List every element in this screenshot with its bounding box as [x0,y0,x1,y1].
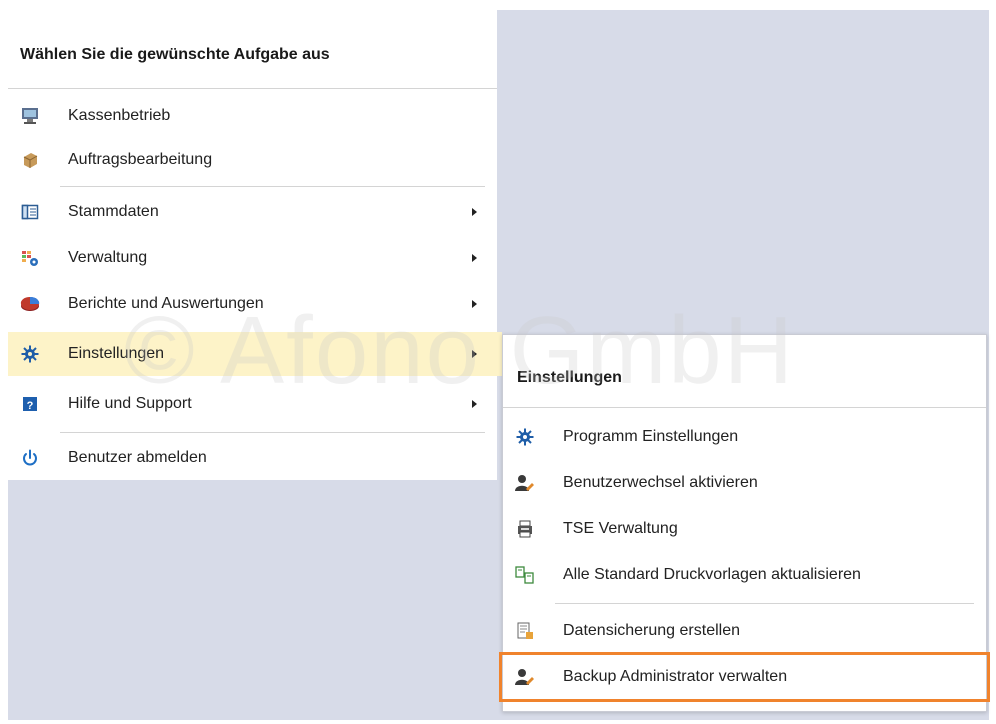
gear-icon [515,427,535,447]
menu-separator [60,186,485,187]
menu-item-berichte[interactable]: Berichte und Auswertungen [8,282,497,326]
menu-item-abmelden[interactable]: Benutzer abmelden [8,436,497,480]
administration-icon [20,248,40,268]
user-switch-icon [515,473,535,493]
menu-item-kassenbetrieb[interactable]: Kassenbetrieb [8,94,497,138]
submenu-header: Einstellungen [517,369,622,386]
header-separator [8,88,497,89]
menu-item-verwaltung[interactable]: Verwaltung [8,236,497,280]
submenu-item-backup-administrator[interactable]: Backup Administrator verwalten [499,652,990,702]
menu-item-label: Einstellungen [68,345,165,362]
gear-icon [20,344,40,364]
submenu-arrow-icon [472,350,477,358]
header-separator [503,407,986,408]
power-icon [20,448,40,468]
print-templates-icon [515,565,535,585]
menu-item-hilfe[interactable]: ? Hilfe und Support [8,382,497,426]
backup-document-icon [515,621,535,641]
menu-item-label: Hilfe und Support [68,395,192,412]
menu-item-label: Berichte und Auswertungen [68,295,264,312]
submenu-item-tse-verwaltung[interactable]: TSE Verwaltung [503,507,986,551]
user-admin-icon [515,667,535,687]
help-icon: ? [20,394,40,414]
menu-item-einstellungen[interactable]: Einstellungen [8,332,502,376]
submenu-item-label: Benutzerwechsel aktivieren [563,474,758,491]
submenu-item-label: Datensicherung erstellen [563,622,740,639]
tse-device-icon [515,519,535,539]
menu-item-label: Benutzer abmelden [68,449,207,466]
menu-separator [555,603,974,604]
menu-separator [60,432,485,433]
desktop: Wählen Sie die gewünschte Aufgabe aus Ka… [0,0,996,724]
order-processing-icon [20,150,40,170]
submenu-arrow-icon [472,208,477,216]
submenu-arrow-icon [472,254,477,262]
menu-item-auftragsbearbeitung[interactable]: Auftragsbearbeitung [8,138,497,182]
submenu-arrow-icon [472,400,477,408]
submenu-item-label: Backup Administrator verwalten [563,668,788,685]
submenu-item-druckvorlagen[interactable]: Alle Standard Druckvorlagen aktualisiere… [503,553,986,597]
menu-item-label: Kassenbetrieb [68,107,171,124]
menu-item-label: Verwaltung [68,249,148,266]
desktop-background-lower [8,480,497,720]
submenu-arrow-icon [472,300,477,308]
submenu-item-benutzerwechsel[interactable]: Benutzerwechsel aktivieren [503,461,986,505]
reports-pie-icon [20,294,40,314]
menu-item-stammdaten[interactable]: Stammdaten [8,190,497,234]
master-data-icon [20,202,40,222]
submenu-item-programm-einstellungen[interactable]: Programm Einstellungen [503,415,986,459]
main-menu: Wählen Sie die gewünschte Aufgabe aus Ka… [8,10,502,480]
submenu-item-label: TSE Verwaltung [563,520,678,537]
pos-terminal-icon [20,106,40,126]
main-menu-header: Wählen Sie die gewünschte Aufgabe aus [20,46,330,63]
settings-submenu: Einstellungen Programm Einstellungen Ben… [502,334,987,712]
svg-text:?: ? [27,400,34,412]
submenu-item-datensicherung[interactable]: Datensicherung erstellen [503,609,986,653]
submenu-item-label: Programm Einstellungen [563,428,739,445]
menu-item-label: Stammdaten [68,203,159,220]
menu-item-label: Auftragsbearbeitung [68,151,213,168]
submenu-item-label: Alle Standard Druckvorlagen aktualisiere… [563,566,861,583]
